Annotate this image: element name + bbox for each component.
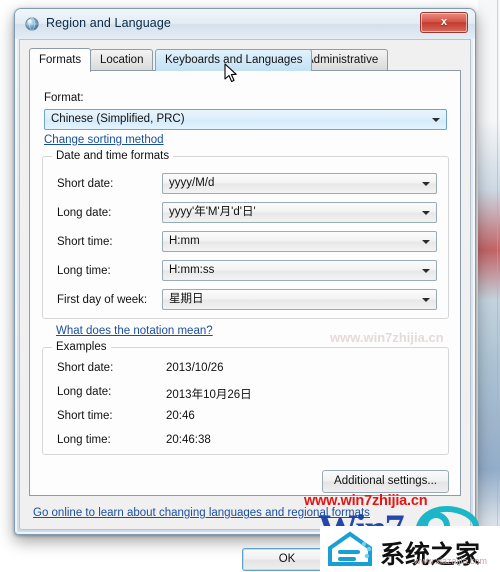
ghost-watermark-text: www.win7zhijia.cn: [330, 330, 444, 345]
formats-tab-page: Format: Chinese (Simplified, PRC) Change…: [29, 70, 461, 496]
examples-group: Examples Short date: 2013/10/26 Long dat…: [42, 341, 449, 455]
chevron-down-icon: [422, 269, 430, 273]
short-time-label: Short time:: [57, 236, 113, 248]
example-short-date-label: Short date:: [57, 362, 114, 374]
long-time-value: H:mm:ss: [169, 264, 215, 276]
date-and-time-formats-title: Date and time formats: [52, 150, 174, 162]
examples-title: Examples: [52, 341, 111, 353]
additional-settings-button[interactable]: Additional settings...: [322, 470, 449, 493]
watermark-faint-text: www.xiazaijia.com: [414, 556, 488, 566]
close-button[interactable]: x: [420, 12, 468, 33]
chevron-down-icon: [422, 298, 430, 302]
long-date-combobox[interactable]: yyyy'年'M'月'd'日': [162, 202, 437, 223]
first-day-of-week-label: First day of week:: [57, 294, 148, 306]
example-long-date-label: Long date:: [57, 386, 112, 398]
first-day-of-week-combobox[interactable]: 星期日: [162, 289, 437, 310]
long-time-label: Long time:: [57, 265, 111, 277]
background-page-edge: [497, 0, 498, 572]
short-date-combobox[interactable]: yyyy/M/d: [162, 173, 437, 194]
dialog-client-area: Formats Location Keyboards and Languages…: [19, 39, 471, 571]
first-day-of-week-value: 星期日: [169, 293, 204, 305]
date-and-time-formats-group: Date and time formats Short date: yyyy/M…: [42, 150, 449, 319]
short-time-value: H:mm: [169, 235, 200, 247]
format-combobox[interactable]: Chinese (Simplified, PRC): [44, 109, 447, 130]
short-date-label: Short date:: [57, 178, 114, 190]
example-short-time-value: 20:46: [166, 410, 195, 422]
tab-strip: Formats Location Keyboards and Languages…: [29, 48, 461, 72]
format-combobox-value: Chinese (Simplified, PRC): [51, 113, 185, 125]
watermark-url: www.win7zhijia.cn: [304, 493, 428, 509]
example-long-time-label: Long time:: [57, 434, 111, 446]
globe-icon: [25, 17, 39, 31]
tab-formats[interactable]: Formats: [29, 48, 92, 72]
change-sorting-method-link[interactable]: Change sorting method: [44, 134, 164, 146]
window-title: Region and Language: [46, 16, 171, 30]
what-does-the-notation-mean-link[interactable]: What does the notation mean?: [56, 325, 213, 337]
title-bar: Region and Language x: [15, 9, 475, 39]
long-time-combobox[interactable]: H:mm:ss: [162, 260, 437, 281]
long-date-value: yyyy'年'M'月'd'日': [169, 206, 256, 218]
long-date-label: Long date:: [57, 207, 112, 219]
format-label: Format:: [44, 92, 84, 104]
tab-keyboards-and-languages[interactable]: Keyboards and Languages: [155, 49, 313, 71]
short-date-value: yyyy/M/d: [169, 177, 215, 189]
short-time-combobox[interactable]: H:mm: [162, 231, 437, 252]
chevron-down-icon: [422, 240, 430, 244]
example-short-time-label: Short time:: [57, 410, 113, 422]
chevron-down-icon: [432, 118, 440, 122]
chevron-down-icon: [422, 211, 430, 215]
chevron-down-icon: [422, 182, 430, 186]
region-and-language-dialog: Region and Language x Formats Location K…: [14, 8, 476, 571]
example-short-date-value: 2013/10/26: [166, 362, 224, 374]
house-logo-icon: [328, 531, 372, 566]
tab-location[interactable]: Location: [90, 49, 154, 71]
example-long-time-value: 20:46:38: [166, 434, 211, 446]
example-long-date-value: 2013年10月26日: [166, 389, 252, 401]
